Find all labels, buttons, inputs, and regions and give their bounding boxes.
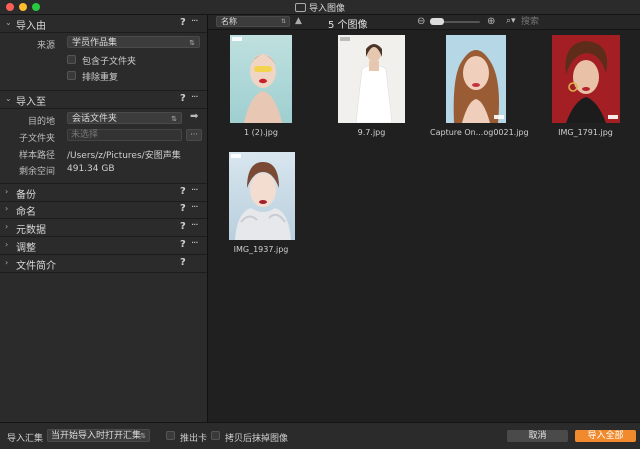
chevron-down-icon: ⌄ [5,18,12,27]
help-icon[interactable]: ? [180,257,186,268]
erase-after-copy-label: 拷贝后抹掉图像 [225,434,289,444]
chevron-right-icon: › [5,222,9,231]
eject-card-checkbox[interactable] [166,431,175,440]
subfolder-label: 子文件夹 [18,134,55,144]
source-label: 来源 [36,41,55,51]
thumbnail-item[interactable]: 1 (2).jpg [226,35,296,155]
image-count: 5 个图像 [328,20,368,31]
updown-arrows-icon: ⇅ [280,18,286,25]
slider-knob[interactable] [430,18,444,25]
help-icon[interactable]: ? [180,221,186,232]
more-icon[interactable]: ··· [191,202,198,213]
camera-icon [294,3,306,12]
more-icon[interactable]: ··· [191,92,198,103]
browser-toolbar: 名称 ⇅ ▲ 5 个图像 ⊖ ⊕ ⌕▾ [208,15,640,31]
subfolder-field[interactable]: 未选择 [67,129,182,141]
section-title: 文件简介 [16,261,56,272]
section-import-to[interactable]: ⌄ 导入至 ? ··· [0,90,207,109]
updown-arrows-icon: ⇅ [171,115,177,123]
thumbnail-item[interactable]: Capture On...og0021.jpg [430,35,529,155]
thumbnail-filename: 1 (2).jpg [244,128,278,137]
include-subfolders-checkbox[interactable] [67,55,76,64]
free-space-label: 剩余空间 [18,167,55,177]
more-icon[interactable]: ··· [191,220,198,231]
help-icon[interactable]: ? [180,203,186,214]
eject-card-label: 推出卡 [180,434,208,444]
section-title: 元数据 [16,225,46,236]
thumbnail-filename: Capture On...og0021.jpg [430,128,529,137]
bottom-bar: 导入汇集 当开始导入时打开汇集 ⇅ 推出卡 拷贝后抹掉图像 取消 导入全部 [0,422,640,449]
more-icon[interactable]: ··· [191,185,198,196]
exclude-duplicates-label: 排除重复 [82,73,119,83]
thumbnail-filename: 9.7.jpg [357,128,386,137]
image-browser: 名称 ⇅ ▲ 5 个图像 ⊖ ⊕ ⌕▾ 1 (2).jpg [208,15,640,422]
erase-after-copy-checkbox[interactable] [211,431,220,440]
thumbnail-image[interactable] [338,35,405,123]
thumbnail-item[interactable]: IMG_1791.jpg [543,35,628,155]
updown-arrows-icon: ⇅ [189,39,195,47]
chevron-right-icon: › [5,204,9,213]
include-subfolders-label: 包含子文件夹 [82,57,137,67]
help-icon[interactable]: ? [180,93,186,104]
source-select[interactable]: 学员作品集 ⇅ [67,36,200,48]
collection-label: 导入汇集 [7,434,44,444]
free-space-value: 491.34 GB [67,164,115,174]
window-title: 导入图像 [0,1,640,14]
collection-select[interactable]: 当开始导入时打开汇集 ⇅ [47,429,150,442]
thumbnail-item[interactable]: IMG_1937.jpg [226,152,296,260]
thumbnail-image[interactable] [230,35,292,123]
section-backup[interactable]: › 备份 ? ··· [0,183,207,202]
destination-select[interactable]: 会话文件夹 ⇅ [67,112,182,124]
thumbnail-image[interactable] [446,35,506,123]
help-icon[interactable]: ? [180,186,186,197]
thumbnail-item[interactable]: 9.7.jpg [334,35,409,155]
exclude-duplicates-checkbox[interactable] [67,71,76,80]
section-title: 调整 [16,243,36,254]
section-title: 命名 [16,207,36,218]
import-settings-panel: ⌄ 导入由 ? ··· 来源 学员作品集 ⇅ 包含子文件夹 排除重复 ⌄ 导入至… [0,15,208,422]
destination-label: 目的地 [27,117,55,127]
thumbnail-image[interactable] [552,35,620,123]
more-icon[interactable]: ··· [191,16,198,27]
help-icon[interactable]: ? [180,239,186,250]
sort-ascending-icon[interactable]: ▲ [295,16,302,26]
chevron-right-icon: › [5,187,9,196]
section-title: 导入由 [16,21,46,32]
section-title: 备份 [16,190,36,201]
sample-path-value: /Users/z/Pictures/安图声集 [67,151,181,161]
zoom-out-icon[interactable]: ⊖ [417,16,425,27]
section-metadata[interactable]: › 元数据 ? ··· [0,219,207,237]
sample-path-label: 样本路径 [18,151,55,161]
thumbnail-filename: IMG_1937.jpg [233,245,289,254]
section-file-info[interactable]: › 文件简介 ? [0,255,207,273]
help-icon[interactable]: ? [180,17,186,28]
updown-arrows-icon: ⇅ [140,432,146,440]
section-title: 导入至 [16,97,46,108]
section-naming[interactable]: › 命名 ? ··· [0,201,207,219]
import-all-button[interactable]: 导入全部 [575,430,636,442]
section-adjustments[interactable]: › 调整 ? ··· [0,237,207,255]
more-icon[interactable]: ··· [191,238,198,249]
chevron-right-icon: › [5,258,9,267]
thumbnail-filename: IMG_1791.jpg [558,128,613,137]
chevron-right-icon: › [5,240,9,249]
sort-select[interactable]: 名称 ⇅ [216,16,290,27]
arrow-right-icon[interactable]: ➡ [190,111,198,122]
section-import-from[interactable]: ⌄ 导入由 ? ··· [0,15,207,33]
search-icon[interactable]: ⌕▾ [506,16,516,26]
search-input[interactable] [521,16,633,27]
subfolder-more-button[interactable]: ··· [186,129,202,141]
thumbnail-image[interactable] [229,152,295,240]
chevron-down-icon: ⌄ [5,94,12,103]
zoom-in-icon[interactable]: ⊕ [487,16,495,27]
title-bar: 导入图像 [0,0,640,15]
cancel-button[interactable]: 取消 [507,430,568,442]
